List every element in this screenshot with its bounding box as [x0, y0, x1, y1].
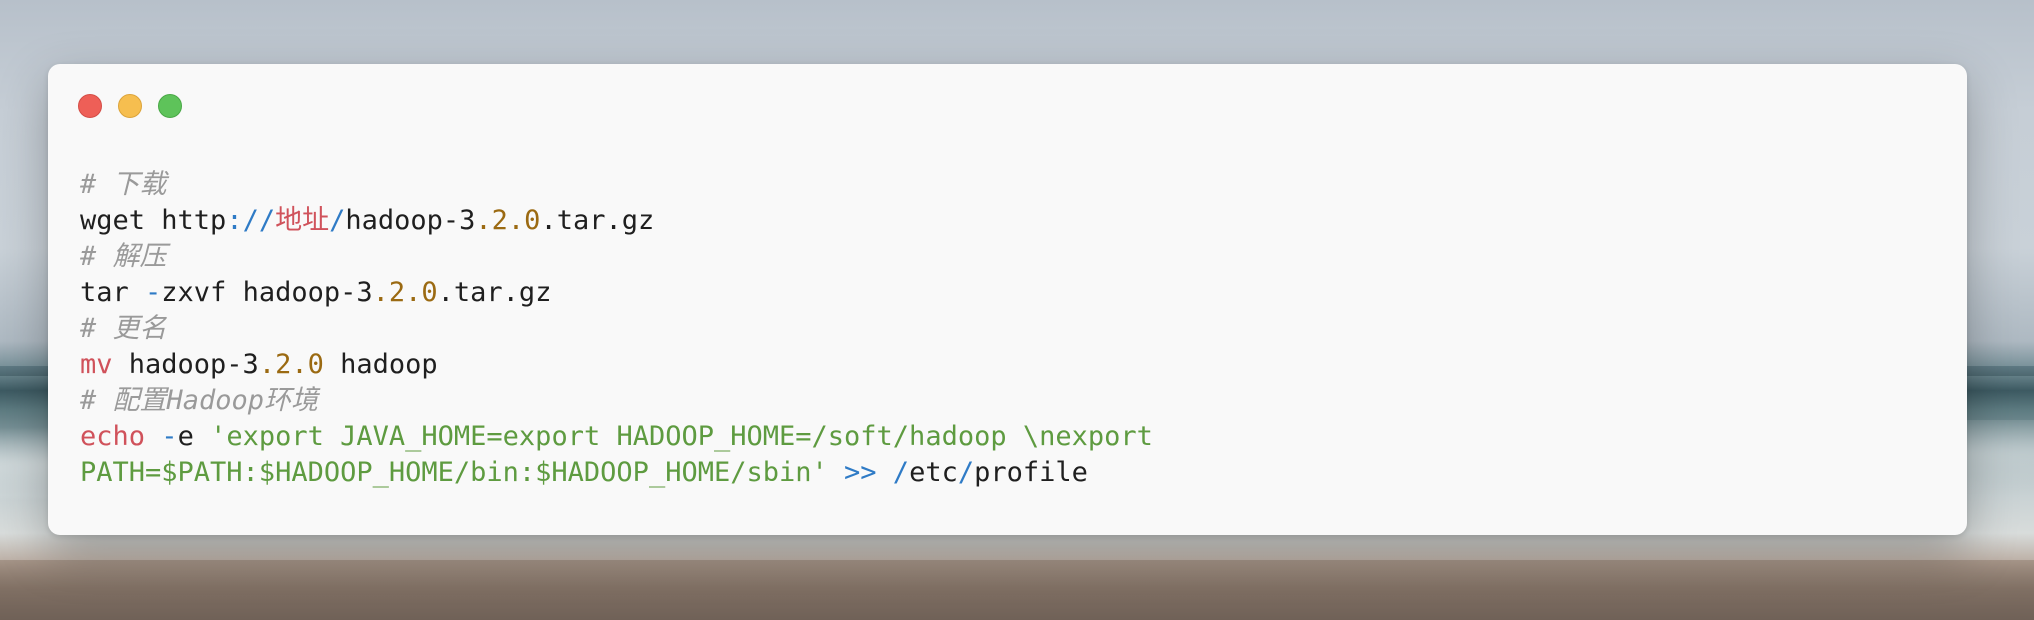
- code-line-comment-extract: # 解压: [80, 239, 1153, 275]
- args-tail: hadoop: [323, 349, 438, 380]
- url-host: 地址: [275, 205, 330, 236]
- path-slash: /: [957, 457, 975, 488]
- keyword: mv: [80, 349, 113, 380]
- flag-dash: -: [161, 421, 178, 452]
- url-separator: ://: [226, 205, 276, 236]
- path-file: profile: [974, 457, 1088, 488]
- keyword: echo: [80, 421, 146, 452]
- code-line-comment-rename: # 更名: [80, 311, 1153, 347]
- url-slash: /: [329, 205, 346, 236]
- filename-suffix: .tar.gz: [437, 277, 552, 308]
- code-line-echo: echo -e 'export JAVA_HOME=export HADOOP_…: [80, 419, 1153, 455]
- comment: # 下载: [80, 169, 167, 200]
- filename-suffix: .tar.gz: [540, 205, 655, 236]
- code-window: # 下载 wget http://地址/hadoop-3.2.0.tar.gz # …: [48, 64, 1967, 535]
- args: e: [177, 421, 211, 452]
- version-number: .2.0: [475, 205, 541, 236]
- close-button[interactable]: [78, 94, 102, 118]
- string-literal: 'export JAVA_HOME=export HADOOP_HOME=/so…: [210, 421, 1153, 452]
- filename-prefix: hadoop-3: [345, 205, 476, 236]
- code-line-comment-config: # 配置Hadoop环境: [80, 383, 1153, 419]
- command: tar: [80, 277, 146, 308]
- comment: # 解压: [80, 241, 167, 272]
- code-line-comment-download: # 下载: [80, 167, 1153, 203]
- args: zxvf hadoop-3: [161, 277, 373, 308]
- flag-dash: -: [145, 277, 162, 308]
- maximize-button[interactable]: [158, 94, 182, 118]
- args: hadoop-3: [112, 349, 259, 380]
- command: wget http: [80, 205, 227, 236]
- comment: # 更名: [80, 313, 167, 344]
- version-number: .2.0: [258, 349, 324, 380]
- window-controls: [78, 94, 182, 118]
- code-line-tar: tar -zxvf hadoop-3.2.0.tar.gz: [80, 275, 1153, 311]
- redirect-operator: >>: [844, 457, 877, 488]
- comment: # 配置Hadoop环境: [80, 385, 319, 416]
- string-literal: PATH=$PATH:$HADOOP_HOME/bin:$HADOOP_HOME…: [80, 457, 828, 488]
- code-line-mv: mv hadoop-3.2.0 hadoop: [80, 347, 1153, 383]
- version-number: .2.0: [372, 277, 438, 308]
- code-block: # 下载 wget http://地址/hadoop-3.2.0.tar.gz # …: [80, 167, 1153, 491]
- minimize-button[interactable]: [118, 94, 142, 118]
- path-slash: /: [892, 457, 910, 488]
- path-dir: etc: [909, 457, 958, 488]
- code-line-echo-continued: PATH=$PATH:$HADOOP_HOME/bin:$HADOOP_HOME…: [80, 455, 1153, 491]
- beach-sand: [0, 560, 2034, 620]
- code-line-wget: wget http://地址/hadoop-3.2.0.tar.gz: [80, 203, 1153, 239]
